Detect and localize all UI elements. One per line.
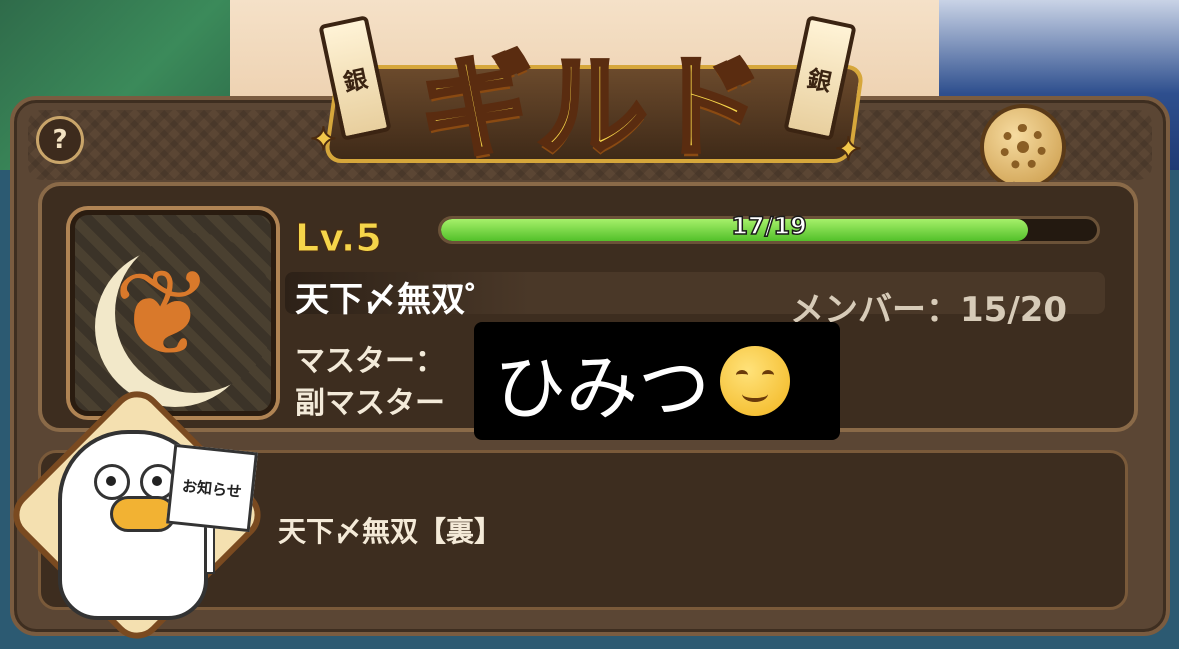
secret-text: ひみつ (494, 345, 711, 430)
notice-sign: お知らせ (166, 443, 258, 533)
maple-leaf-icon: ❦ (113, 245, 214, 384)
guild-name: 天下〆無双゜ (295, 280, 499, 320)
eye-icon (94, 464, 130, 500)
shuriken-icon: ✦ (309, 119, 338, 159)
help-button[interactable]: ? (36, 116, 84, 164)
shuriken-icon: ✦ (834, 129, 863, 169)
secret-overlay: ひみつ (474, 322, 840, 440)
guild-level: Lv.5 (295, 216, 383, 261)
notice-message: 天下〆無双【裏】 (278, 515, 503, 548)
tag-right-char: 銀 (804, 64, 835, 97)
guild-emblem: ❦ (70, 210, 276, 416)
submaster-label: 副マスター (295, 386, 445, 421)
master-label: マスター： (295, 344, 445, 379)
gear-icon (1000, 124, 1046, 170)
notice-sign-label: お知らせ (181, 476, 243, 501)
title-banner: 銀 銀 ギルド ✦ ✦ (290, 5, 890, 195)
exp-text: 17/19 (730, 211, 807, 241)
tag-left-char: 銀 (340, 64, 371, 97)
page-title: ギルド (419, 41, 769, 174)
smiling-face-icon (720, 346, 791, 416)
